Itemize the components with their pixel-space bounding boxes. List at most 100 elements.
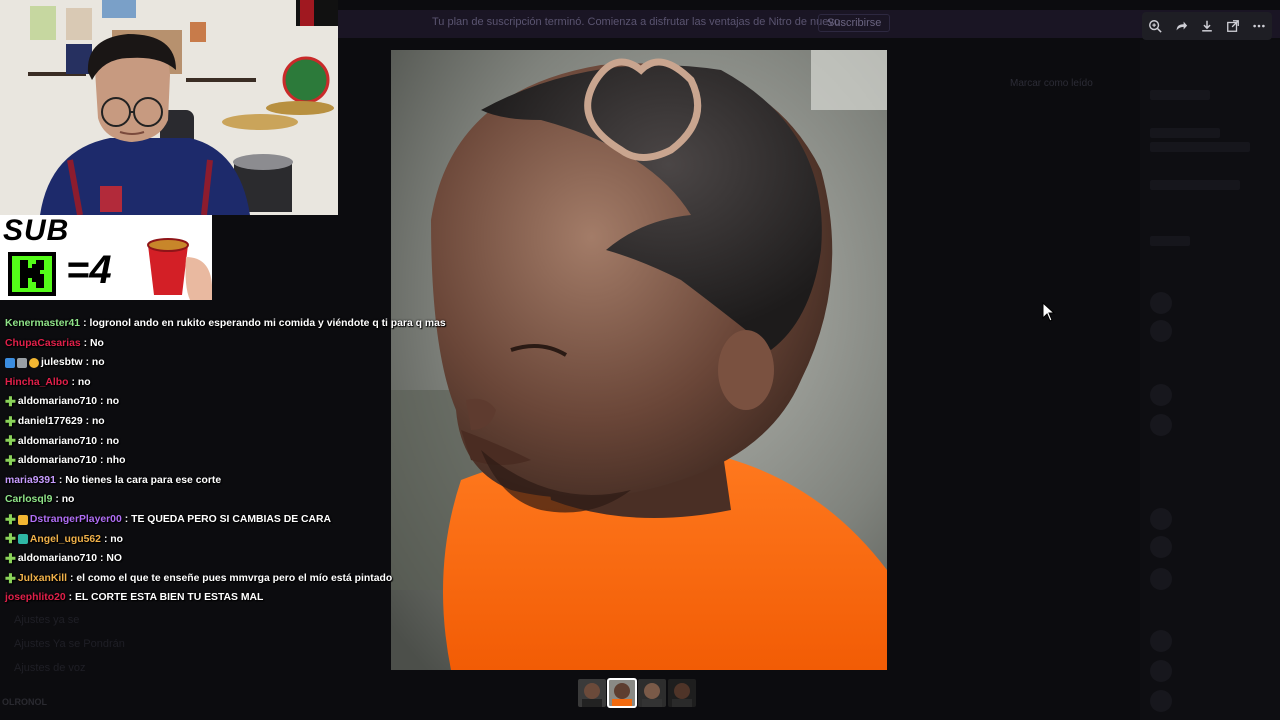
- chat-message: ✚ DstrangerPlayer00: TE QUEDA PERO SI CA…: [0, 510, 460, 530]
- chat-username[interactable]: Kenermaster41: [5, 314, 80, 334]
- haircut-photo: [391, 50, 887, 670]
- member-avatar[interactable]: [1150, 690, 1172, 712]
- chat-text: : logronol ando en rukito esperando mi c…: [83, 318, 446, 329]
- chat-username[interactable]: aldomariano710: [18, 451, 97, 471]
- badge-icon: [17, 357, 27, 368]
- member-list-header: [1150, 90, 1210, 100]
- chat-username[interactable]: DstrangerPlayer00: [30, 510, 122, 530]
- chat-text: : no: [55, 494, 75, 506]
- mark-read-label: Marcar como leído: [1010, 78, 1093, 89]
- chat-username[interactable]: Carlosql9: [5, 490, 52, 510]
- chat-text: : no: [100, 396, 120, 408]
- badge-icon: [29, 357, 39, 368]
- red-cup-icon: [147, 238, 212, 300]
- channel-row[interactable]: Ajustes ya se: [14, 614, 79, 626]
- gallery-thumbnails: [578, 678, 696, 708]
- plus-badge-icon: ✚: [5, 550, 16, 566]
- chat-username[interactable]: josephlito20: [5, 588, 66, 608]
- chat-message: ✚ aldomariano710: NO: [0, 549, 460, 569]
- kick-logo: [8, 252, 56, 296]
- media-viewer-toolbar: [1142, 12, 1272, 40]
- gallery-thumbnail[interactable]: [578, 679, 606, 707]
- chat-message: julesbtw: no: [0, 353, 460, 373]
- chat-text: : no: [85, 357, 105, 369]
- member-avatar[interactable]: [1150, 568, 1172, 590]
- gallery-thumbnail[interactable]: [668, 679, 696, 707]
- gallery-thumbnail-active[interactable]: [607, 678, 637, 708]
- download-icon[interactable]: [1196, 15, 1218, 37]
- nitro-banner-text: Tu plan de suscripción terminó. Comienza…: [432, 16, 844, 28]
- nitro-subscribe-button[interactable]: Suscribirse: [818, 14, 891, 32]
- chat-username[interactable]: Angel_ugu562: [30, 530, 101, 550]
- sub-label: SUB: [3, 215, 70, 247]
- plus-badge-icon: ✚: [5, 413, 16, 429]
- chat-message: ✚ aldomariano710: no: [0, 392, 460, 412]
- chat-text: : No tienes la cara para ese corte: [58, 474, 222, 486]
- plus-badge-icon: ✚: [5, 433, 16, 449]
- chat-text: : NO: [100, 553, 122, 565]
- member-avatar[interactable]: [1150, 414, 1172, 436]
- plus-badge-icon: ✚: [5, 570, 16, 586]
- chat-text: : no: [100, 435, 120, 447]
- stream-chat: Kenermaster41: logronol ando en rukito e…: [0, 314, 460, 608]
- badge-icon: [17, 534, 28, 545]
- chat-message: ✚ JulxanKill: el como el que te enseñe p…: [0, 569, 460, 589]
- chat-message: maria9391: No tienes la cara para ese co…: [0, 471, 460, 491]
- plus-badge-icon: ✚: [5, 394, 16, 410]
- sub-goal-sticker: SUB =4: [0, 215, 212, 300]
- member-list-item: [1150, 142, 1250, 152]
- chat-text: : No: [83, 337, 104, 349]
- chat-username[interactable]: maria9391: [5, 471, 56, 491]
- chat-message: ✚ aldomariano710: nho: [0, 451, 460, 471]
- chat-message: Hincha_Albo: no: [0, 373, 460, 393]
- chat-username[interactable]: julesbtw: [41, 353, 83, 373]
- badge-icon: [5, 357, 15, 368]
- open-external-icon[interactable]: [1222, 15, 1244, 37]
- channel-row[interactable]: Ajustes Ya se Pondrán: [14, 638, 125, 650]
- chat-username[interactable]: aldomariano710: [18, 549, 97, 569]
- chat-message: ✚ daniel177629: no: [0, 412, 460, 432]
- screen: Tu plan de suscripción terminó. Comienza…: [0, 0, 1280, 720]
- chat-username[interactable]: Hincha_Albo: [5, 373, 69, 393]
- chat-username[interactable]: aldomariano710: [18, 392, 97, 412]
- member-avatar[interactable]: [1150, 660, 1172, 682]
- chat-username[interactable]: JulxanKill: [18, 569, 67, 589]
- member-avatar[interactable]: [1150, 384, 1172, 406]
- webcam-overlay: [0, 0, 338, 215]
- chat-text: : EL CORTE ESTA BIEN TU ESTAS MAL: [68, 592, 264, 604]
- forward-icon[interactable]: [1170, 15, 1192, 37]
- badge-icon: [17, 514, 28, 525]
- plus-badge-icon: ✚: [5, 511, 16, 527]
- plus-badge-icon: ✚: [5, 452, 16, 468]
- chat-text: : no: [71, 376, 91, 388]
- user-panel-name: OLRONOL: [2, 697, 47, 707]
- chat-text: : el como el que te enseñe pues mmvrga p…: [70, 572, 393, 584]
- chat-message: ✚ aldomariano710: no: [0, 432, 460, 452]
- chat-username[interactable]: ChupaCasarias: [5, 334, 81, 354]
- channel-row[interactable]: Ajustes de voz: [14, 662, 86, 674]
- member-list-item: [1150, 128, 1220, 138]
- chat-message: Kenermaster41: logronol ando en rukito e…: [0, 314, 460, 334]
- chat-message: josephlito20: EL CORTE ESTA BIEN TU ESTA…: [0, 588, 460, 608]
- member-avatar[interactable]: [1150, 630, 1172, 652]
- gallery-thumbnail[interactable]: [638, 679, 666, 707]
- more-icon[interactable]: [1248, 15, 1270, 37]
- chat-text: : nho: [100, 455, 126, 467]
- chat-text: : no: [103, 533, 123, 545]
- chat-username[interactable]: aldomariano710: [18, 432, 97, 452]
- chat-username[interactable]: daniel177629: [18, 412, 83, 432]
- mouse-cursor-icon: [1042, 302, 1056, 322]
- member-avatar[interactable]: [1150, 320, 1172, 342]
- member-avatar[interactable]: [1150, 508, 1172, 530]
- chat-message: ChupaCasarias: No: [0, 334, 460, 354]
- member-avatar[interactable]: [1150, 292, 1172, 314]
- member-list-item: [1150, 236, 1190, 246]
- chat-message: ✚ Angel_ugu562: no: [0, 530, 460, 550]
- member-avatar[interactable]: [1150, 536, 1172, 558]
- chat-text: : TE QUEDA PERO SI CAMBIAS DE CARA: [124, 513, 332, 525]
- media-preview-image[interactable]: [391, 50, 887, 670]
- member-list-item: [1150, 180, 1240, 190]
- sub-equation: =4: [66, 248, 112, 292]
- plus-badge-icon: ✚: [5, 531, 16, 547]
- zoom-icon[interactable]: [1144, 15, 1166, 37]
